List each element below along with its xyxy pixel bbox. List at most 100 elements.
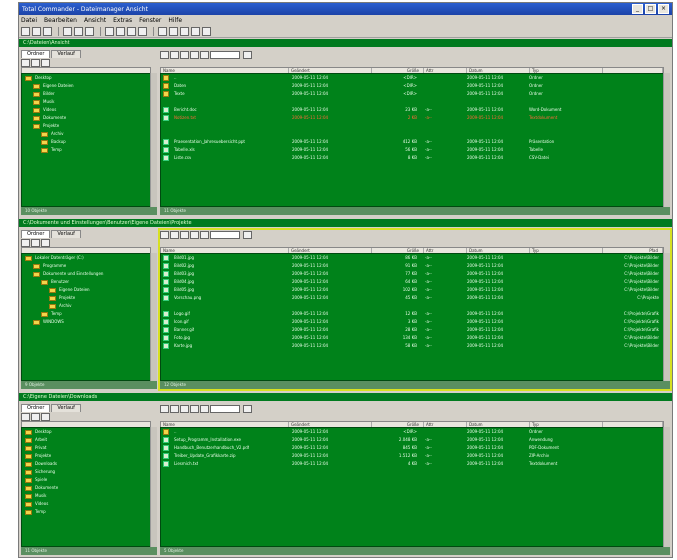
tree-scrollbar[interactable] [150,73,157,207]
file-row[interactable]: Praesentation_Jahresuebersicht.ppt 2009-0… [161,138,663,146]
up-icon[interactable] [21,238,30,247]
tree-item[interactable]: Desktop [22,74,150,82]
tree-item[interactable]: Projekte [22,452,150,460]
filter-icon[interactable] [200,230,209,239]
tree-item[interactable]: Dokumente und Einstellungen [22,270,150,278]
file-row[interactable]: Tabelle.xls 2009-05-11 12:04 56 KB -a-- 2009… [161,146,663,154]
home-icon[interactable] [180,50,189,59]
up-icon[interactable] [160,50,169,59]
tree-item[interactable]: Dokumente [22,484,150,492]
tree-item[interactable]: Lokaler Datenträger (C:) [22,254,150,262]
tree-item[interactable]: Videos [22,500,150,508]
home-icon[interactable] [180,404,189,413]
up-icon[interactable] [21,412,30,421]
folder-tree[interactable]: Desktop Arbeit Privat Projekte Downloads Sich… [21,427,151,547]
view-icon[interactable] [41,238,50,247]
sort-icon[interactable] [169,26,178,36]
file-row[interactable]: Treiber_Update_Grafikkarte.zip 2009-05-11… [161,452,663,460]
options-icon[interactable] [243,50,252,59]
file-row[interactable]: Bild05.jpg 2009-05-11 12:04 102 KB -a-- 2009… [161,286,663,294]
file-row[interactable] [161,122,663,130]
tree-item[interactable]: Videos [22,106,150,114]
close-icon[interactable]: × [658,4,669,14]
tree-item[interactable]: Programme [22,262,150,270]
back-icon[interactable] [170,50,179,59]
file-row[interactable] [161,302,663,310]
file-list-scrollbar[interactable] [663,427,670,547]
file-row[interactable]: Karte.jpg 2009-05-11 12:04 58 KB -a-- 2009-0… [161,342,663,350]
refresh-icon[interactable] [190,50,199,59]
tab-folders[interactable]: Ordner [21,50,51,58]
filter-icon[interactable] [200,404,209,413]
tree-item[interactable]: Downloads [22,460,150,468]
tab-folders[interactable]: Ordner [21,230,51,238]
delete-icon[interactable] [127,26,136,36]
refresh-icon[interactable] [31,412,40,421]
view-select[interactable] [210,50,240,59]
tab-history[interactable]: Verlauf [51,404,81,412]
folder-tree[interactable]: Desktop Eigene Dateien Bilder Musik Videos Do… [21,73,151,207]
tree-item[interactable]: Archiv [22,302,150,310]
tree-item[interactable]: Musik [22,492,150,500]
forward-icon[interactable] [74,26,83,36]
menu-help[interactable]: Hilfe [168,17,182,24]
tree-item[interactable]: Temp [22,146,150,154]
refresh-icon[interactable] [190,230,199,239]
file-row[interactable]: Daten 2009-05-11 12:04 <DIR> 2009-05-11 12:… [161,82,663,90]
file-row[interactable]: Notizen.txt 2009-05-11 12:04 2 KB -a-- 2009-… [161,114,663,122]
filter-icon[interactable] [200,50,209,59]
up-icon[interactable] [85,26,94,36]
tree-item[interactable]: Eigene Dateien [22,286,150,294]
file-row[interactable]: Bild01.jpg 2009-05-11 12:04 86 KB -a-- 2009-… [161,254,663,262]
file-row[interactable]: Handbuch_Benutzerhandbuch_V2.pdf 2009-05-… [161,444,663,452]
tree-item[interactable]: Benutzer [22,278,150,286]
file-row[interactable]: .. 2009-05-11 12:04 <DIR> 2009-05-11 12:04 O… [161,74,663,82]
title-bar[interactable]: Total Commander - Dateimanager Ansicht _… [19,3,672,15]
tree-item[interactable]: Archiv [22,130,150,138]
menu-view[interactable]: Ansicht [84,17,106,24]
tree-item[interactable]: Musik [22,98,150,106]
view-icon[interactable] [41,58,50,67]
view-icon[interactable] [41,412,50,421]
save-icon[interactable] [43,26,52,36]
back-icon[interactable] [63,26,72,36]
view-select[interactable] [210,404,240,413]
menu-window[interactable]: Fenster [139,17,161,24]
file-row[interactable]: Texte 2009-05-11 12:04 <DIR> 2009-05-11 12:… [161,90,663,98]
tree-item[interactable]: Projekte [22,122,150,130]
file-row[interactable]: Liesmich.txt 2009-05-11 12:04 4 KB -a-- 2009… [161,460,663,468]
refresh-icon[interactable] [138,26,147,36]
refresh-icon[interactable] [31,58,40,67]
refresh-icon[interactable] [31,238,40,247]
filter-icon[interactable] [180,26,189,36]
file-row[interactable]: Setup_Programm_Installation.exe 2009-05-1… [161,436,663,444]
menu-extras[interactable]: Extras [113,17,132,24]
tree-item[interactable]: Backup [22,138,150,146]
tree-item[interactable]: Temp [22,508,150,516]
file-list[interactable]: .. 2009-05-11 12:04 <DIR> 2009-05-11 12:04 O… [160,73,664,207]
up-icon[interactable] [21,58,30,67]
file-row[interactable]: Liste.csv 2009-05-11 12:04 8 KB -a-- 2009-05… [161,154,663,162]
tree-item[interactable]: Desktop [22,428,150,436]
file-list-scrollbar[interactable] [663,73,670,207]
tree-item[interactable]: WINDOWS [22,318,150,326]
file-row[interactable] [161,98,663,106]
move-icon[interactable] [116,26,125,36]
menu-file[interactable]: Datei [21,17,37,24]
tree-item[interactable]: Projekte [22,294,150,302]
settings-icon[interactable] [191,26,200,36]
tree-item[interactable]: Bilder [22,90,150,98]
file-row[interactable]: Logo.gif 2009-05-11 12:04 12 KB -a-- 2009-05… [161,310,663,318]
file-row[interactable]: Bericht.doc 2009-05-11 12:04 23 KB -a-- 2009… [161,106,663,114]
tab-folders[interactable]: Ordner [21,404,51,412]
tree-item[interactable]: Privat [22,444,150,452]
tree-item[interactable]: Eigene Dateien [22,82,150,90]
tree-item[interactable]: Sicherung [22,468,150,476]
back-icon[interactable] [170,404,179,413]
menu-edit[interactable]: Bearbeiten [44,17,77,24]
file-row[interactable]: .. 2009-05-11 12:04 <DIR> 2009-05-11 12:04 O… [161,428,663,436]
open-icon[interactable] [32,26,41,36]
home-icon[interactable] [180,230,189,239]
maximize-icon[interactable]: □ [645,4,656,14]
file-list-scrollbar[interactable] [663,253,670,381]
